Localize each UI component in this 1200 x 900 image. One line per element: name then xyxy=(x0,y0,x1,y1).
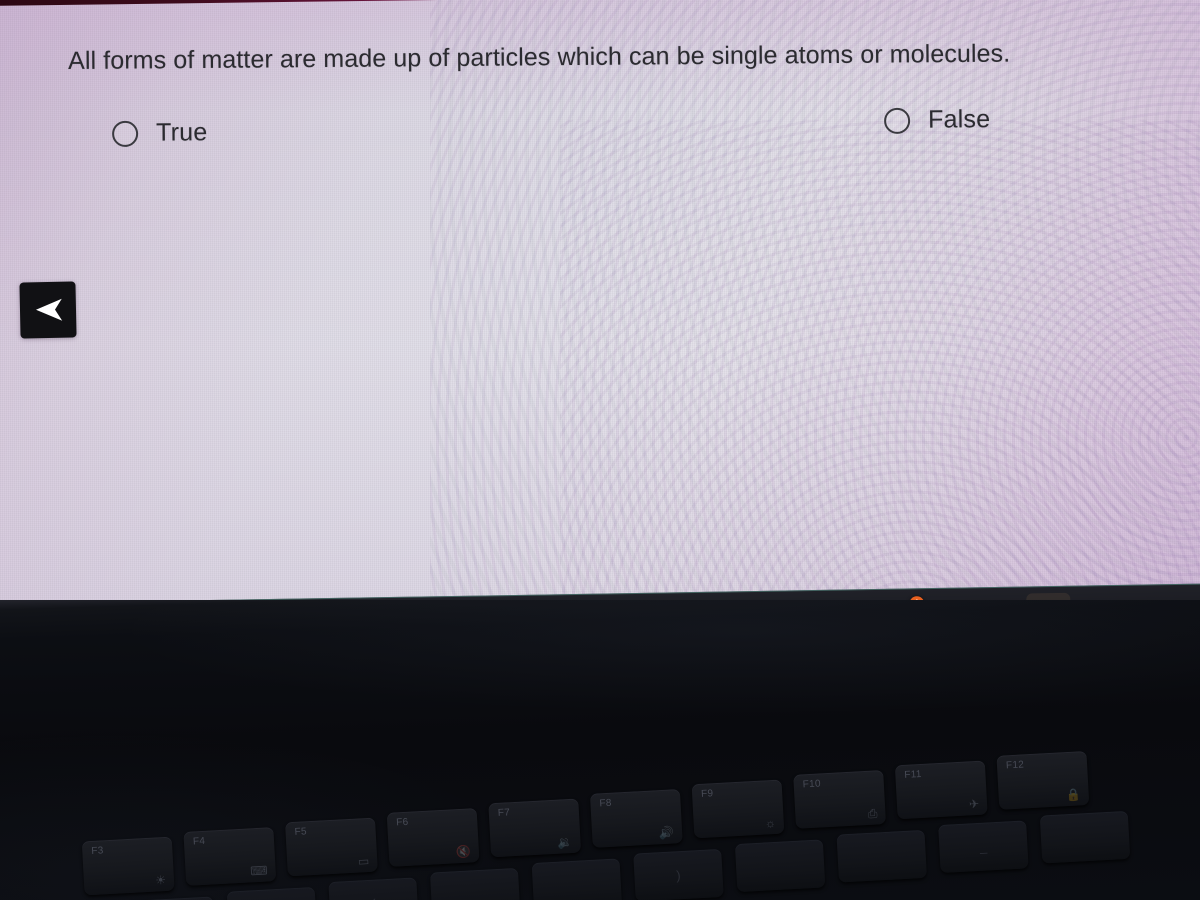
key-f9-label: F9 xyxy=(700,788,714,800)
keyboard-light-icon: ☼ xyxy=(764,815,777,831)
moire-pattern-secondary xyxy=(560,120,1200,628)
key-number-row-9[interactable]: _ xyxy=(938,820,1029,874)
radio-button-true[interactable] xyxy=(112,120,139,147)
quiz-option-true-label: True xyxy=(155,118,208,147)
volume-down-icon: 🔉 xyxy=(557,834,573,850)
key-f6-label: F6 xyxy=(395,816,409,829)
key-f8-label: F8 xyxy=(599,797,613,810)
key-f11[interactable]: F11 ✈ xyxy=(894,760,988,820)
quiz-option-true[interactable]: True xyxy=(112,118,208,148)
laptop-screen: All forms of matter are made up of parti… xyxy=(0,0,1200,628)
screen-toggle-icon: ▭ xyxy=(357,853,370,869)
key-number-row-2[interactable] xyxy=(226,886,318,900)
key-f7[interactable]: F7 🔉 xyxy=(488,798,582,858)
key-f7-label: F7 xyxy=(497,807,511,819)
key-f3[interactable]: F3 ☀ xyxy=(81,836,175,896)
radio-button-false[interactable] xyxy=(884,107,911,134)
key-f11-label: F11 xyxy=(904,768,923,781)
laptop-photo-screenshot: All forms of matter are made up of parti… xyxy=(0,0,1200,900)
key-number-row-4[interactable] xyxy=(429,867,521,900)
key-number-row-8[interactable] xyxy=(836,829,927,883)
keyboard-backlight-icon: ⌨ xyxy=(249,863,268,879)
key-f5[interactable]: F5 ▭ xyxy=(285,817,378,877)
quiz-question-text: All forms of matter are made up of parti… xyxy=(68,39,1011,75)
key-paren-close-label: ) xyxy=(675,867,682,883)
key-f5-label: F5 xyxy=(294,826,308,838)
key-f4-label: F4 xyxy=(192,835,206,848)
key-number-row-3[interactable]: ( xyxy=(328,877,419,900)
key-number-row-5[interactable] xyxy=(531,858,623,900)
key-paren-open-label: ( xyxy=(371,896,376,900)
back-arrow-icon xyxy=(35,298,63,321)
key-f12-label: F12 xyxy=(1005,759,1025,772)
key-f10-label: F10 xyxy=(802,778,822,791)
key-number-row-10[interactable] xyxy=(1039,810,1131,864)
lock-icon: 🔒 xyxy=(1065,787,1082,803)
key-underscore-label: _ xyxy=(979,839,988,855)
screen-shading xyxy=(0,0,1200,628)
key-number-row-1[interactable] xyxy=(125,896,216,900)
key-f8[interactable]: F8 🔊 xyxy=(589,789,683,848)
brightness-up-icon: ☀ xyxy=(154,872,167,888)
quiz-option-false-label: False xyxy=(927,105,991,134)
print-screen-icon: ⎙ xyxy=(867,806,878,821)
key-f3-label: F3 xyxy=(91,845,104,857)
moire-pattern xyxy=(430,0,1200,628)
key-f6[interactable]: F6 🔇 xyxy=(386,808,480,867)
volume-up-icon: 🔊 xyxy=(658,825,675,841)
airplane-mode-icon: ✈ xyxy=(968,796,980,812)
key-f12[interactable]: F12 🔒 xyxy=(996,750,1090,810)
key-f9[interactable]: F9 ☼ xyxy=(691,779,785,839)
key-number-row-6[interactable]: ) xyxy=(633,848,724,900)
quiz-option-false[interactable]: False xyxy=(884,105,990,135)
lcd-grain xyxy=(0,0,1200,628)
key-f10[interactable]: F10 ⎙ xyxy=(793,770,887,829)
back-button[interactable] xyxy=(19,281,77,339)
key-f4[interactable]: F4 ⌨ xyxy=(183,827,277,886)
key-number-row-7[interactable] xyxy=(734,839,826,893)
mute-icon: 🔇 xyxy=(455,844,472,860)
